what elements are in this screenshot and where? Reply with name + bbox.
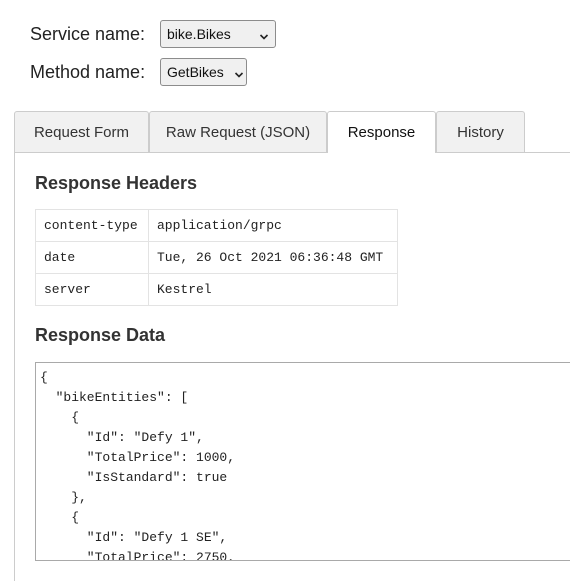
header-key: content-type	[35, 209, 149, 242]
tab-label: Response	[347, 124, 416, 141]
tab-label: History	[457, 123, 504, 141]
header-key: server	[35, 273, 149, 306]
panel-border	[14, 152, 15, 581]
chevron-down-icon	[259, 29, 269, 40]
header-value: Tue, 26 Oct 2021 06:36:48 GMT	[148, 241, 398, 274]
service-name-label: Service name:	[30, 23, 146, 44]
response-headers-title: Response Headers	[35, 173, 198, 193]
tab-request-form[interactable]: Request Form	[14, 111, 149, 152]
table-row: content-type application/grpc	[35, 209, 398, 242]
table-row: date Tue, 26 Oct 2021 06:36:48 GMT	[35, 241, 398, 274]
tab-label: Raw Request (JSON)	[165, 123, 311, 141]
method-select[interactable]: GetBikes	[160, 58, 247, 86]
service-select-value: bike.Bikes	[167, 26, 231, 42]
header-key: date	[35, 241, 149, 274]
response-headers-table: content-type application/grpc date Tue, …	[35, 209, 398, 306]
table-row: server Kestrel	[35, 273, 398, 306]
chevron-down-icon	[234, 67, 244, 78]
tab-bar: Request Form Raw Request (JSON) Response…	[14, 111, 570, 153]
response-json-text: { "bikeEntities": [ { "Id": "Defy 1", "T…	[40, 370, 236, 561]
tab-history[interactable]: History	[436, 111, 525, 152]
method-name-label: Method name:	[30, 61, 146, 82]
tab-response[interactable]: Response	[327, 111, 436, 153]
grpc-ui-page: Service name: bike.Bikes Method name: Ge…	[0, 0, 570, 581]
method-select-value: GetBikes	[167, 64, 224, 80]
service-select[interactable]: bike.Bikes	[160, 20, 276, 48]
tab-label: Request Form	[33, 123, 130, 141]
header-value: Kestrel	[148, 273, 398, 306]
method-row: Method name: GetBikes	[30, 58, 247, 86]
service-row: Service name: bike.Bikes	[30, 20, 276, 48]
tab-raw-request-json[interactable]: Raw Request (JSON)	[149, 111, 327, 152]
response-data-textarea[interactable]: { "bikeEntities": [ { "Id": "Defy 1", "T…	[35, 362, 570, 561]
response-data-title: Response Data	[35, 325, 166, 345]
tab-divider	[14, 152, 570, 153]
header-value: application/grpc	[148, 209, 398, 242]
